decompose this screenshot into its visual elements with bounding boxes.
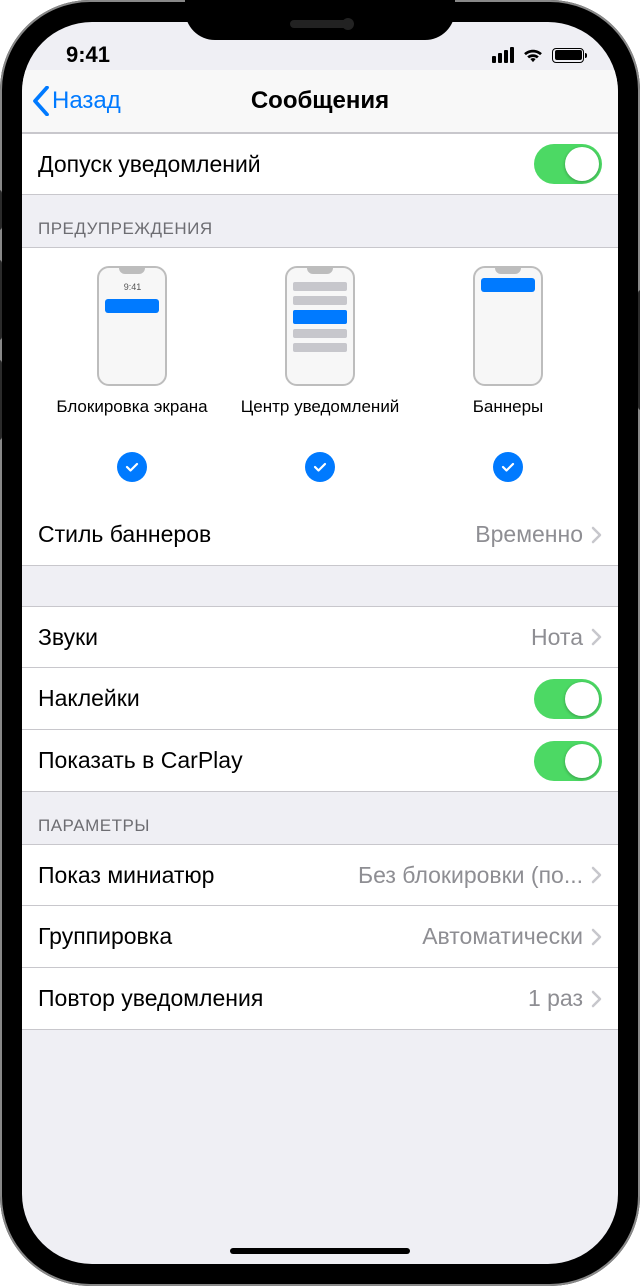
banner-style-label: Стиль баннеров xyxy=(38,521,211,548)
sounds-value: Нота xyxy=(531,624,583,651)
sounds-cell[interactable]: Звуки Нота xyxy=(22,606,618,668)
repeat-label: Повтор уведомления xyxy=(38,985,263,1012)
repeat-cell[interactable]: Повтор уведомления 1 раз xyxy=(22,968,618,1030)
carplay-toggle[interactable] xyxy=(534,741,602,781)
lock-screen-preview-icon: 9:41 xyxy=(97,266,167,386)
badges-toggle[interactable] xyxy=(534,679,602,719)
alert-banners-option[interactable]: Баннеры xyxy=(414,266,602,482)
status-time: 9:41 xyxy=(66,42,110,68)
volume-down-button xyxy=(0,360,2,440)
previews-cell[interactable]: Показ миниатюр Без блокировки (по... xyxy=(22,844,618,906)
notification-center-preview-icon xyxy=(285,266,355,386)
banner-style-value: Временно xyxy=(475,521,583,548)
alert-center-check-icon xyxy=(305,452,335,482)
alert-lock-label: Блокировка экрана xyxy=(56,396,207,440)
navigation-bar: Назад Сообщения xyxy=(22,70,618,133)
badges-label: Наклейки xyxy=(38,685,140,712)
alert-banner-check-icon xyxy=(493,452,523,482)
status-bar: 9:41 xyxy=(22,22,618,70)
status-indicators xyxy=(492,47,584,63)
banner-style-cell[interactable]: Стиль баннеров Временно xyxy=(22,504,618,566)
device-frame: 9:41 xyxy=(0,0,640,1286)
alert-banner-label: Баннеры xyxy=(473,396,544,440)
wifi-icon xyxy=(522,47,544,63)
chevron-right-icon xyxy=(591,628,602,646)
battery-icon xyxy=(552,48,584,63)
alert-lock-check-icon xyxy=(117,452,147,482)
carplay-cell[interactable]: Показать в CarPlay xyxy=(22,730,618,792)
cellular-signal-icon xyxy=(492,47,514,63)
previews-label: Показ миниатюр xyxy=(38,862,214,889)
volume-up-button xyxy=(0,260,2,340)
alert-center-label: Центр уведомлений xyxy=(241,396,400,440)
screen: 9:41 xyxy=(22,22,618,1264)
mute-switch xyxy=(0,190,2,230)
page-title: Сообщения xyxy=(22,87,618,115)
front-camera xyxy=(342,18,354,30)
alert-notification-center-option[interactable]: Центр уведомлений xyxy=(226,266,414,482)
carplay-label: Показать в CarPlay xyxy=(38,747,243,774)
allow-notifications-cell[interactable]: Допуск уведомлений xyxy=(22,133,618,195)
allow-notifications-label: Допуск уведомлений xyxy=(38,151,261,178)
grouping-value: Автоматически xyxy=(422,923,583,950)
sounds-label: Звуки xyxy=(38,624,98,651)
chevron-right-icon xyxy=(591,990,602,1008)
home-indicator[interactable] xyxy=(230,1248,410,1254)
badges-cell[interactable]: Наклейки xyxy=(22,668,618,730)
chevron-right-icon xyxy=(591,866,602,884)
alert-styles-panel: 9:41 Блокировка экрана xyxy=(22,247,618,504)
repeat-value: 1 раз xyxy=(528,985,583,1012)
previews-value: Без блокировки (по... xyxy=(358,862,583,889)
alerts-section-header: ПРЕДУПРЕЖДЕНИЯ xyxy=(22,195,618,247)
banner-preview-icon xyxy=(473,266,543,386)
allow-notifications-toggle[interactable] xyxy=(534,144,602,184)
alert-lock-screen-option[interactable]: 9:41 Блокировка экрана xyxy=(38,266,226,482)
chevron-right-icon xyxy=(591,526,602,544)
speaker xyxy=(290,20,350,28)
options-section-header: ПАРАМЕТРЫ xyxy=(22,792,618,844)
content: Назад Сообщения Допуск уведомлений ПРЕДУ… xyxy=(22,22,618,1264)
chevron-right-icon xyxy=(591,928,602,946)
grouping-label: Группировка xyxy=(38,923,172,950)
grouping-cell[interactable]: Группировка Автоматически xyxy=(22,906,618,968)
